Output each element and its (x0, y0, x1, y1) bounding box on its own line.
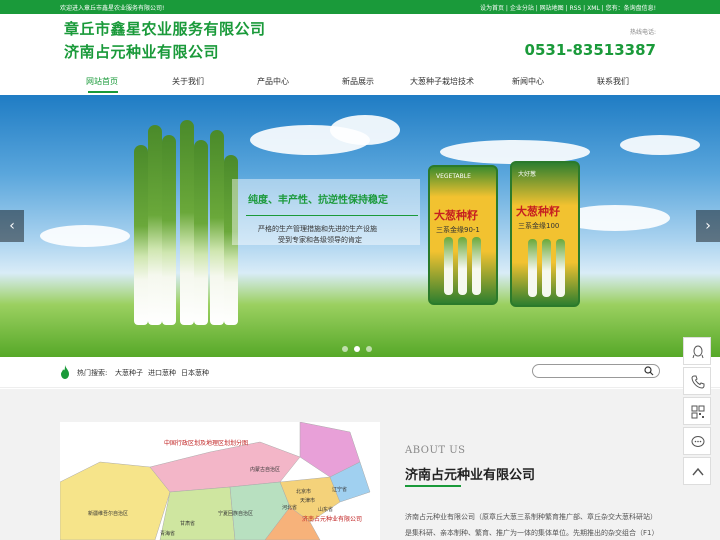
map-label: 河北省 (282, 505, 298, 511)
company-name-secondary[interactable]: 济南占元种业有限公司 (64, 41, 219, 62)
map-label: 天津市 (300, 498, 316, 504)
search-icon[interactable] (644, 366, 654, 376)
map-label: 青海省 (160, 531, 176, 537)
map-label: 北京市 (296, 489, 312, 495)
slide-dot-3[interactable] (366, 346, 372, 352)
banner-next-button[interactable]: › (696, 210, 720, 242)
map-label: 新疆维吾尔自治区 (88, 511, 129, 517)
can-scallion-graphic (444, 237, 453, 295)
cloud (40, 225, 130, 247)
can-scallion-graphic (472, 237, 481, 295)
can-label-small: VEGETABLE (436, 173, 471, 180)
floating-toolbar (683, 337, 711, 487)
slide-dot-1[interactable] (342, 346, 348, 352)
scallion-stalk (210, 130, 224, 325)
scallion-stalk (180, 120, 194, 325)
seed-can-90-1: VEGETABLE 大葱种籽 三系金缘90-1 (428, 165, 498, 305)
banner-subline-1: 严格的生产管理措施和先进的生产设施 (258, 225, 377, 233)
map-label: 甘肃省 (180, 521, 196, 527)
about-section: 中国行政区划及地理区划划分图 新疆维吾尔自治区 内蒙古自治区 辽宁省 北京市 天… (0, 389, 720, 540)
slogan-divider (246, 215, 418, 216)
message-button[interactable] (683, 427, 711, 455)
scallion-stalk (148, 125, 162, 325)
nav-active-indicator (88, 91, 118, 93)
map-label: 辽宁省 (332, 487, 348, 493)
scallion-stalk (194, 140, 208, 325)
banner-pagination (342, 337, 378, 356)
can-scallion-graphic (528, 239, 537, 297)
hotline-label: 热线电话: (629, 29, 656, 36)
qq-chat-button[interactable] (683, 337, 711, 365)
search-input[interactable] (532, 364, 660, 378)
phone-icon (691, 375, 705, 389)
banner-headline: 纯度、丰产性、抗逆性保持稳定 (248, 195, 388, 206)
back-to-top-button[interactable] (683, 457, 711, 485)
china-map-image: 中国行政区划及地理区划划分图 新疆维吾尔自治区 内蒙古自治区 辽宁省 北京市 天… (60, 422, 380, 540)
about-description: 济南占元种业有限公司（原章丘大葱三系制种繁育推广部、章丘杂交大葱科研站）是集科研… (405, 513, 659, 537)
can-label-small: 大好葱 (518, 171, 537, 178)
welcome-text: 欢迎进入章丘市鑫星农业服务有限公司! (60, 5, 165, 12)
nav-item-contact[interactable]: 联系我们 (573, 76, 653, 87)
chat-bubble-icon (691, 436, 705, 447)
chevron-up-icon (692, 467, 704, 476)
flame-icon (61, 365, 69, 379)
nav-item-products[interactable]: 产品中心 (233, 76, 313, 87)
can-scallion-graphic (458, 237, 467, 295)
nav-item-new-products[interactable]: 新品展示 (318, 76, 398, 87)
phone-button[interactable] (683, 367, 711, 395)
nav-item-home[interactable]: 网站首页 (62, 76, 142, 87)
nav-item-news[interactable]: 新闻中心 (488, 76, 568, 87)
hotline-number: 0531-83513387 (524, 41, 656, 59)
hot-search-label: 热门搜索: (77, 369, 108, 377)
hot-keyword-2[interactable]: 进口葱种 (148, 368, 176, 378)
can-scallion-graphic (542, 239, 551, 297)
qq-icon (692, 345, 704, 359)
map-location-pin: 济南占元种业有限公司 (302, 516, 363, 523)
qr-code-icon (691, 405, 705, 419)
can-label-title: 大葱种籽 (516, 205, 560, 218)
map-title: 中国行政区划及地理区划划分图 (164, 440, 249, 447)
nav-item-cultivation[interactable]: 大葱种子栽培技术 (402, 76, 482, 87)
map-label: 宁夏回族自治区 (218, 511, 254, 517)
can-label-title: 大葱种籽 (434, 209, 478, 222)
company-name-primary[interactable]: 章丘市鑫星农业服务有限公司 (64, 18, 266, 39)
about-heading[interactable]: 济南占元种业有限公司 (405, 464, 535, 483)
hot-keyword-3[interactable]: 日本葱种 (181, 368, 209, 378)
top-bar: 欢迎进入章丘市鑫星农业服务有限公司! 设为首页 | 企业分站 | 网站地图 | … (0, 0, 720, 14)
main-nav: 网站首页 关于我们 产品中心 新品展示 大葱种子栽培技术 新闻中心 联系我们 (0, 66, 720, 94)
can-scallion-graphic (556, 239, 565, 297)
banner-prev-button[interactable]: ‹ (0, 210, 24, 242)
map-label: 山东省 (318, 507, 334, 513)
scallion-stalk (134, 145, 148, 325)
can-label-sub: 三系金缘90-1 (436, 226, 480, 234)
top-links[interactable]: 设为首页 | 企业分站 | 网站地图 | RSS | XML | 您有：条询盘信… (480, 3, 656, 12)
about-divider (405, 485, 461, 487)
seed-can-100: 大好葱 大葱种籽 三系金缘100 (510, 161, 580, 307)
scallion-bundle-image (130, 115, 240, 325)
qr-code-button[interactable] (683, 397, 711, 425)
hot-keyword-1[interactable]: 大葱种子 (115, 368, 143, 378)
banner-subline-2: 受到专家和各级领导的肯定 (278, 236, 362, 244)
about-heading-en: ABOUT US (405, 445, 466, 456)
map-label: 内蒙古自治区 (250, 467, 281, 473)
hero-banner: 纯度、丰产性、抗逆性保持稳定 严格的生产管理措施和先进的生产设施 受到专家和各级… (0, 95, 720, 357)
cloud (620, 135, 700, 155)
nav-item-about[interactable]: 关于我们 (148, 76, 228, 87)
cloud (330, 115, 400, 145)
slide-dot-2[interactable] (354, 346, 360, 352)
hot-search-bar: 热门搜索: 大葱种子 进口葱种 日本葱种 (0, 358, 720, 388)
can-label-sub: 三系金缘100 (518, 222, 560, 230)
scallion-stalk (162, 135, 176, 325)
